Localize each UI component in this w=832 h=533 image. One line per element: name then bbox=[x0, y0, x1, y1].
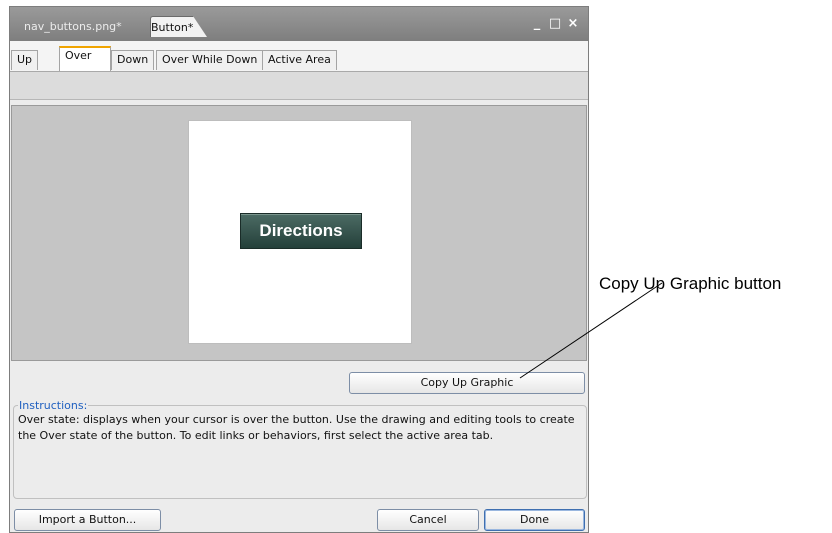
canvas-area[interactable]: Directions bbox=[11, 105, 587, 361]
instructions-legend: Instructions: bbox=[19, 399, 88, 412]
copy-up-graphic-button[interactable]: Copy Up Graphic bbox=[349, 372, 585, 394]
tab-active-area[interactable]: Active Area bbox=[262, 50, 337, 70]
tab-over[interactable]: Over bbox=[59, 46, 111, 71]
toolbar-strip bbox=[10, 72, 588, 100]
document-tab-nav-buttons[interactable]: nav_buttons.png* bbox=[18, 16, 128, 37]
state-tab-bar: Up Over Down Over While Down Active Area bbox=[10, 41, 588, 72]
callout-label: Copy Up Graphic button bbox=[599, 274, 782, 293]
instructions-text: Over state: displays when your cursor is… bbox=[18, 413, 575, 442]
artboard[interactable]: Directions bbox=[188, 120, 412, 344]
window-controls: _ □ × bbox=[530, 16, 580, 32]
tab-up[interactable]: Up bbox=[11, 50, 39, 70]
cancel-button[interactable]: Cancel bbox=[377, 509, 479, 531]
tab-down[interactable]: Down bbox=[111, 50, 155, 70]
document-tab-button[interactable]: Button* bbox=[150, 16, 207, 37]
close-icon[interactable]: × bbox=[566, 16, 580, 32]
done-button[interactable]: Done bbox=[484, 509, 585, 531]
title-bar: nav_buttons.png* Button* _ □ × bbox=[10, 7, 588, 41]
instructions-panel: Instructions: Over state: displays when … bbox=[13, 399, 587, 499]
import-button[interactable]: Import a Button... bbox=[14, 509, 161, 531]
restore-icon[interactable]: □ bbox=[548, 16, 562, 32]
minimize-icon[interactable]: _ bbox=[530, 16, 544, 32]
preview-button-graphic[interactable]: Directions bbox=[240, 213, 362, 249]
tab-over-while-down[interactable]: Over While Down bbox=[156, 50, 264, 70]
button-editor-window: nav_buttons.png* Button* _ □ × Up Over D… bbox=[9, 6, 589, 533]
